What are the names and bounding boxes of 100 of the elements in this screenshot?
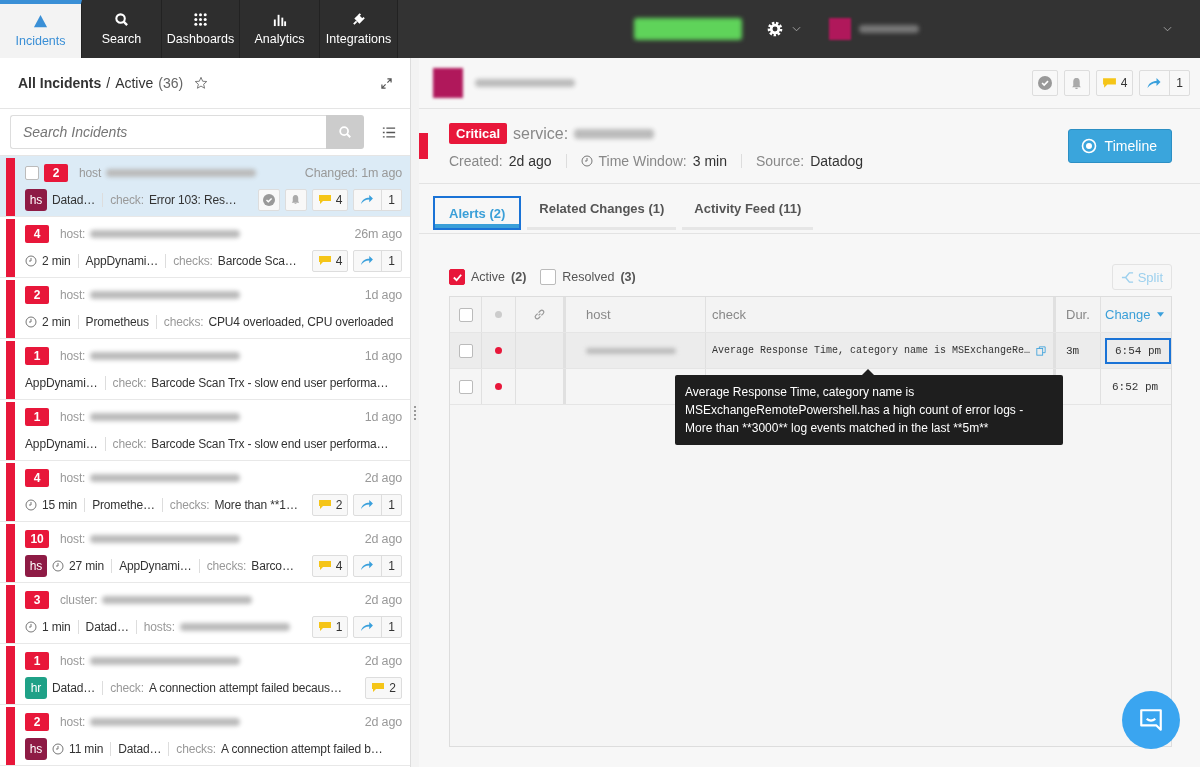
created-label: Created: (449, 153, 503, 169)
nav-tab[interactable]: Analytics (240, 0, 320, 58)
incident-item[interactable]: 1 host: 1d ago AppDynami… check: Barcode Scan Trx - slow end user performa… (0, 339, 410, 400)
list-filter[interactable]: Active (115, 75, 154, 91)
share-button[interactable]: 1 (353, 554, 402, 577)
caret-icon[interactable] (792, 26, 801, 32)
share-button[interactable]: 1 (353, 493, 402, 516)
list-icon[interactable] (382, 125, 396, 139)
bell-button[interactable] (284, 188, 307, 211)
checkbox[interactable] (458, 379, 473, 394)
tooltip-pointer (862, 369, 874, 375)
comment-icon (371, 682, 386, 693)
star-icon[interactable] (194, 76, 209, 90)
incident-item[interactable]: 10 host: 2d ago hs 27 min AppDynami… checks: Barco… 4 1 (0, 522, 410, 583)
assignee-avatar: hs (25, 737, 47, 760)
incident-item[interactable]: 2 host Changed: 1m ago hs Datad… check: Error 103: Res… 4 1 (0, 156, 410, 217)
severity-bar (6, 585, 15, 643)
search-icon (114, 12, 129, 27)
incident-time: 2d ago (364, 714, 402, 729)
check-label: checks: (163, 314, 204, 329)
table-row[interactable]: Average Response Time, category name is MSExchangeRe… 3m 6:54 pm (450, 333, 1171, 369)
list-count: (36) (158, 75, 184, 91)
share-arrow-icon (1145, 77, 1163, 89)
nav-tab[interactable]: Search (82, 0, 162, 58)
time-window-value: 3 min (692, 153, 727, 169)
separator: / (106, 75, 111, 91)
duration: 11 min (69, 741, 104, 756)
share-button[interactable]: 1 (1139, 70, 1190, 96)
status-dot (495, 347, 502, 354)
incident-item[interactable]: 4 host: 26m ago 2 min AppDynami… checks: Barcode Sca… 4 1 (0, 217, 410, 278)
severity-bar (419, 133, 428, 159)
acknowledge-button[interactable] (1031, 70, 1058, 96)
copy-icon[interactable] (1036, 345, 1047, 356)
list-title: All Incidents (18, 75, 102, 91)
plug-icon (351, 12, 366, 27)
bell-button[interactable] (1063, 70, 1090, 96)
severity-bar (6, 646, 15, 704)
nav-tab[interactable]: Dashboards (162, 0, 240, 58)
host-label: cluster: (60, 592, 98, 607)
sort-caret-icon (1156, 312, 1164, 317)
severity-bar (6, 707, 15, 765)
settings-icon[interactable] (766, 20, 784, 38)
host-label: host: (60, 287, 86, 302)
clock-icon (25, 620, 37, 633)
comments-button[interactable]: 2 (365, 676, 402, 699)
severity-badge: Critical (449, 123, 508, 144)
incident-item[interactable]: 1 host: 2d ago hr Datad… check: A connection attempt failed becaus… 2 (0, 644, 410, 705)
comments-button[interactable]: 4 (311, 249, 349, 272)
severity-bar (6, 524, 15, 582)
share-button[interactable]: 1 (353, 188, 402, 211)
incident-item[interactable]: 2 host: 1d ago 2 min Prometheus checks: CPU4 overloaded, CPU overloaded (0, 278, 410, 339)
incident-item[interactable]: 2 host: 2d ago hs 11 min Datad… checks: A connection attempt failed b… (0, 705, 410, 766)
severity-bar (6, 219, 15, 277)
checkbox[interactable] (25, 165, 39, 180)
alert-count: 1 (25, 651, 49, 670)
share-button[interactable]: 1 (353, 249, 402, 272)
table-cell-text: 6:52 pm (1111, 379, 1160, 395)
share-button[interactable]: 1 (353, 615, 402, 638)
check-label: checks: (206, 558, 247, 573)
filter-label: Resolved (562, 270, 615, 284)
table-cell: Average Response Time, category name is MSExchangeRe… (712, 345, 1031, 356)
tab[interactable]: Related Changes (1) (527, 196, 677, 230)
comments-button[interactable]: 2 (311, 493, 349, 516)
comments-button[interactable]: 4 (1095, 70, 1134, 96)
created-value: 2d ago (508, 153, 552, 169)
caret-icon[interactable] (1163, 26, 1172, 32)
incident-time: 1d ago (364, 287, 402, 302)
source: AppDynami… (119, 558, 192, 573)
checkbox[interactable] (458, 307, 473, 322)
alert-count: 1 (25, 346, 49, 365)
share-arrow-icon (359, 499, 375, 510)
search-button[interactable] (326, 115, 364, 149)
tab[interactable]: Activity Feed (11) (682, 196, 814, 230)
duration: 2 min (42, 253, 71, 268)
nav-tab[interactable]: Integrations (320, 0, 398, 58)
filter-count: (2) (511, 270, 527, 284)
severity-bar (6, 158, 15, 216)
incident-time: 2d ago (364, 470, 402, 485)
acknowledge-button[interactable] (257, 188, 280, 211)
checkbox[interactable] (458, 343, 473, 358)
alert-count: 4 (25, 224, 49, 243)
clock-icon (580, 155, 593, 167)
host-label: host: (60, 714, 86, 729)
tooltip: Average Response Time, category name is MSExchangeRemotePowershell.has a high count of error logs - More than **3000** log events matched in the last **5m** (675, 375, 1063, 445)
comments-button[interactable]: 4 (311, 188, 349, 211)
expand-icon[interactable] (381, 77, 392, 89)
search-field[interactable]: Search Incidents (10, 115, 326, 149)
chat-icon (1138, 707, 1164, 733)
incident-item[interactable]: 4 host: 2d ago 15 min Promethe… checks: More than **1… 2 1 (0, 461, 410, 522)
alert-count: 3 (25, 590, 49, 609)
comments-button[interactable]: 4 (311, 554, 349, 577)
source: Promethe… (92, 497, 155, 512)
checkbox[interactable] (540, 269, 557, 285)
checkbox[interactable] (449, 269, 465, 285)
comments-button[interactable]: 1 (311, 615, 349, 638)
incident-time: Changed: 1m ago (304, 165, 402, 180)
incident-item[interactable]: 1 host: 1d ago AppDynami… check: Barcode Scan Trx - slow end user performa… (0, 400, 410, 461)
incident-item[interactable]: 3 cluster: 2d ago 1 min Datad… hosts: 1 1 (0, 583, 410, 644)
incident-time: 1d ago (364, 348, 402, 363)
host-label: host (79, 165, 102, 180)
